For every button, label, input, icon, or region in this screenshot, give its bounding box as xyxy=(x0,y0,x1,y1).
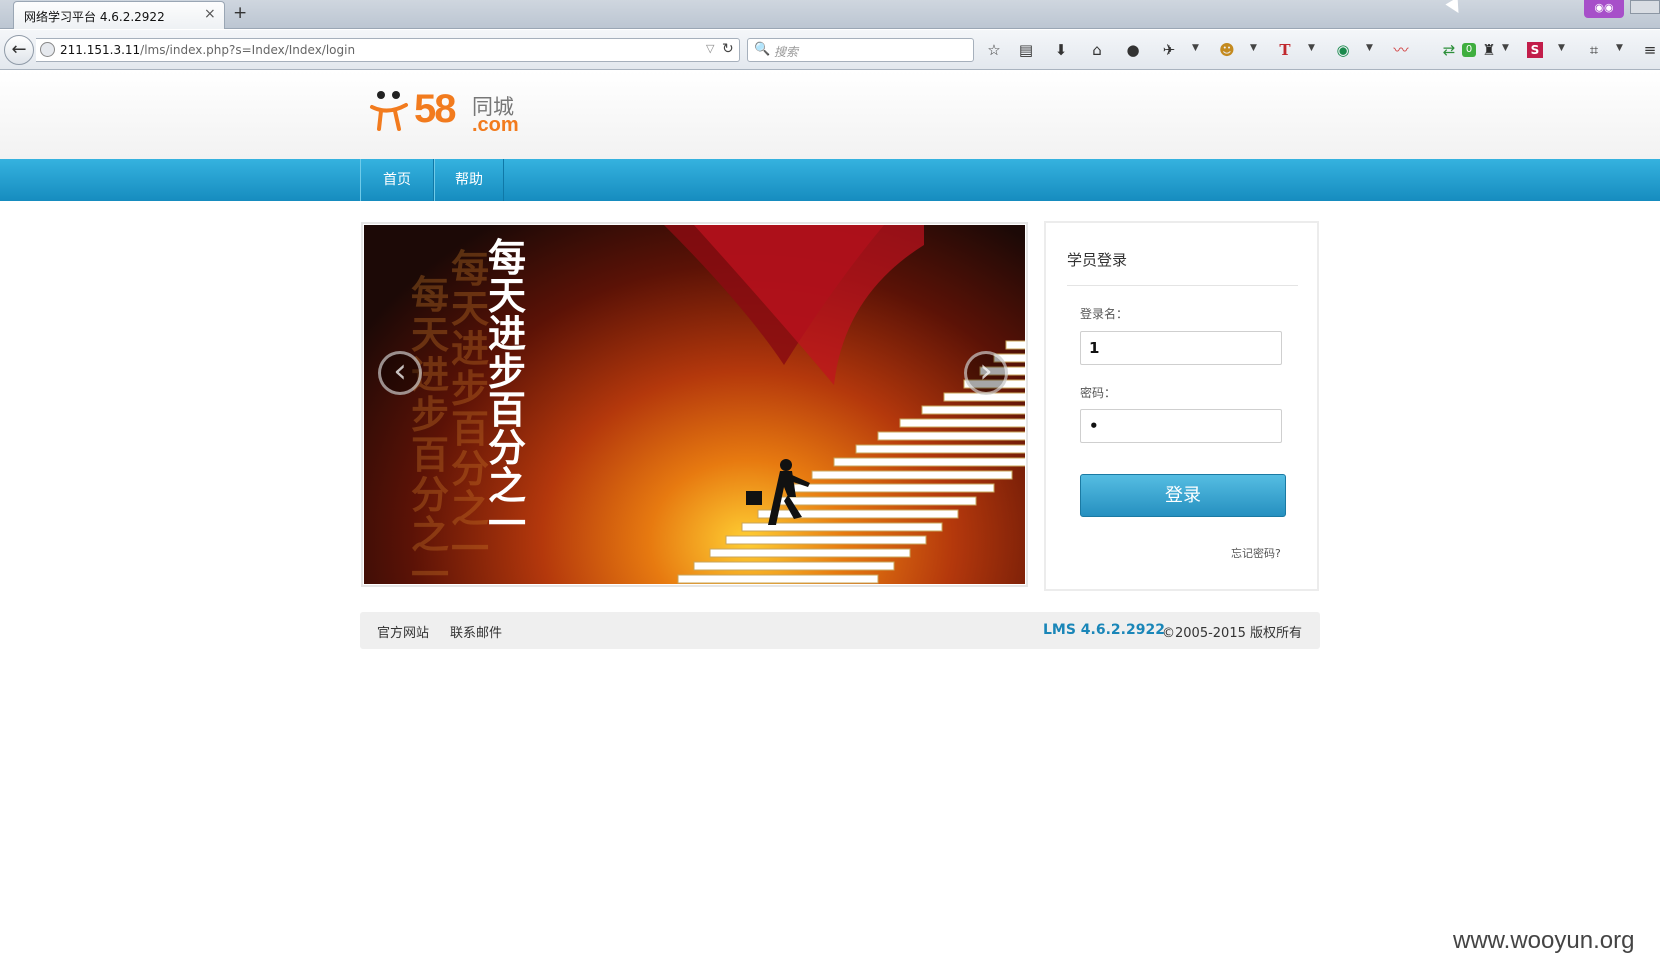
android-dropdown-icon[interactable]: ▼ xyxy=(1502,43,1509,53)
banner-slogan: 每天进步百分之一 xyxy=(487,236,526,546)
chat-icon[interactable]: ● xyxy=(1123,40,1143,60)
download-icon[interactable]: ⬇ xyxy=(1051,40,1071,60)
site-header: 58 同城 .com xyxy=(0,71,1660,159)
new-tab-button[interactable]: + xyxy=(233,3,247,23)
forgot-password-link[interactable]: 忘记密码? xyxy=(1231,545,1281,561)
search-box[interactable]: 🔍 搜索 xyxy=(747,38,974,62)
watermark: www.wooyun.org xyxy=(1453,927,1635,954)
s-dropdown-icon[interactable]: ▼ xyxy=(1558,43,1565,53)
logo-number: 58 xyxy=(414,87,456,131)
url-text[interactable]: 211.151.3.11/lms/index.php?s=Index/Index… xyxy=(60,43,355,57)
login-title: 学员登录 xyxy=(1067,251,1128,269)
navigation-toolbar: ← 211.151.3.11/lms/index.php?s=Index/Ind… xyxy=(0,30,1660,70)
back-button[interactable]: ← xyxy=(4,35,34,65)
search-placeholder: 搜索 xyxy=(774,45,799,59)
url-history-dropdown-icon[interactable]: ▽ xyxy=(706,42,714,55)
banner-next-button[interactable]: › xyxy=(964,351,1008,395)
plugin-icon[interactable]: ✈ xyxy=(1159,40,1179,60)
plugin-dropdown-icon[interactable]: ▼ xyxy=(1192,43,1199,53)
version-text: LMS 4.6.2.2922 xyxy=(1043,622,1165,638)
divider xyxy=(1067,285,1298,286)
home-icon[interactable]: ⌂ xyxy=(1087,40,1107,60)
copyright-text: ©2005-2015 版权所有 xyxy=(1162,626,1302,641)
tab-title: 网络学习平台 4.6.2.2922 xyxy=(24,10,165,24)
browser-tab-strip: 网络学习平台 4.6.2.2922 × + ◉◉ xyxy=(0,0,1660,29)
site-identity-icon[interactable] xyxy=(40,42,55,57)
page-footer: 官方网站 联系邮件 LMS 4.6.2.2922 ©2005-2015 版权所有 xyxy=(360,612,1320,649)
android-icon[interactable]: ♜ xyxy=(1479,40,1499,60)
crop-dropdown-icon[interactable]: ▼ xyxy=(1616,43,1623,53)
monkey-dropdown-icon[interactable]: ▼ xyxy=(1250,43,1257,53)
banner-prev-button[interactable]: ‹ xyxy=(378,351,422,395)
translate-icon[interactable]: T xyxy=(1275,40,1295,60)
banner-ghost-text: 每天进步百分之一 xyxy=(410,273,449,584)
banner-carousel: 每天进步百分之一 每天进步百分之一 每天进步百分之一 ‹ › xyxy=(361,222,1028,587)
menu-item-help[interactable]: 帮助 xyxy=(434,159,504,201)
logo-domain: .com xyxy=(472,114,519,136)
star-icon[interactable]: ☆ xyxy=(984,40,1004,60)
login-button[interactable]: 登录 xyxy=(1080,474,1286,517)
sync-icon[interactable]: ⇄ xyxy=(1439,40,1459,60)
translate-dropdown-icon[interactable]: ▼ xyxy=(1308,43,1315,53)
window-controls[interactable] xyxy=(1630,0,1660,14)
official-site-link[interactable]: 官方网站 xyxy=(377,622,429,641)
contact-email-link[interactable]: 联系邮件 xyxy=(450,622,502,641)
badge-count[interactable]: 0 xyxy=(1462,43,1476,57)
main-menu: 首页 帮助 xyxy=(0,159,1660,201)
logo-figure-icon xyxy=(370,91,408,131)
password-input[interactable] xyxy=(1080,409,1282,443)
s-icon[interactable]: S xyxy=(1527,42,1543,58)
graph-icon[interactable]: 〰 xyxy=(1391,40,1411,60)
reload-icon[interactable]: ↻ xyxy=(722,41,734,57)
globe-dropdown-icon[interactable]: ▼ xyxy=(1366,43,1373,53)
url-bar[interactable]: 211.151.3.11/lms/index.php?s=Index/Index… xyxy=(36,38,740,62)
private-browsing-icon: ◉◉ xyxy=(1584,0,1624,18)
search-icon: 🔍 xyxy=(754,42,771,57)
globe-icon[interactable]: ◉ xyxy=(1333,40,1353,60)
banner-image: 每天进步百分之一 每天进步百分之一 每天进步百分之一 ‹ › xyxy=(364,225,1025,584)
login-panel: 学员登录 登录名： 密码： 登录 忘记密码? xyxy=(1044,221,1319,591)
reading-list-icon[interactable]: ▤ xyxy=(1016,40,1036,60)
username-label: 登录名： xyxy=(1080,307,1129,321)
menu-item-home[interactable]: 首页 xyxy=(360,159,434,201)
mouse-cursor xyxy=(1445,0,1465,17)
menu-icon[interactable]: ≡ xyxy=(1640,40,1660,60)
username-input[interactable] xyxy=(1080,331,1282,365)
close-tab-icon[interactable]: × xyxy=(204,6,216,22)
monkey-icon[interactable]: ☻ xyxy=(1217,40,1237,60)
browser-tab[interactable]: 网络学习平台 4.6.2.2922 × xyxy=(13,1,225,29)
password-label: 密码： xyxy=(1080,386,1117,400)
crop-icon[interactable]: ⌗ xyxy=(1584,40,1604,60)
